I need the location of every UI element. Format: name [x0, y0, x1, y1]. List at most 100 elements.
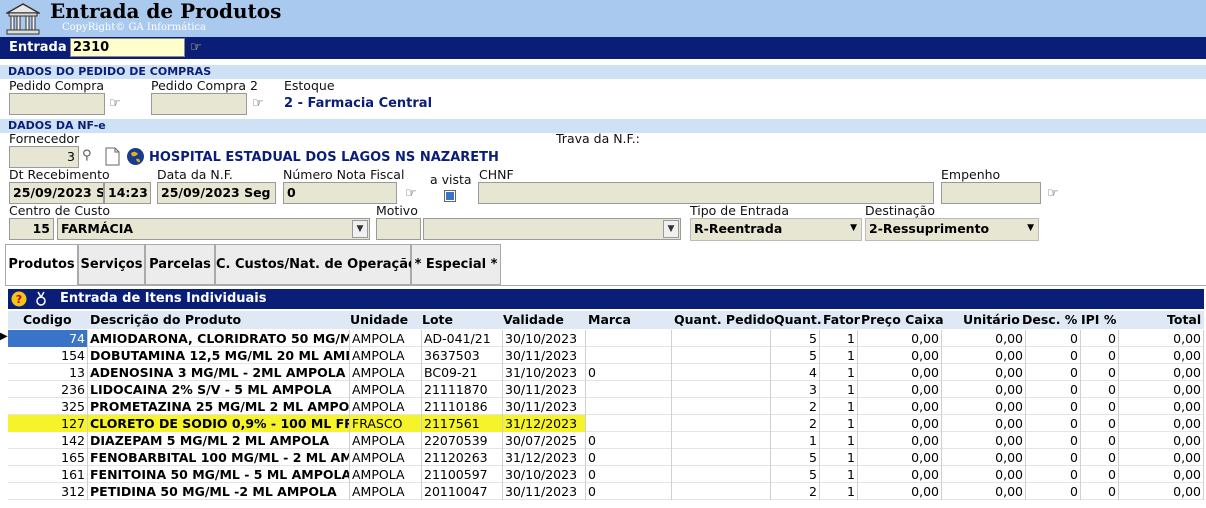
table-row[interactable]: 127CLORETO DE SODIO 0,9% - 100 ML FRASCO… — [8, 415, 1204, 432]
table-cell[interactable]: 0 — [1081, 347, 1119, 364]
table-cell[interactable]: 0 — [1026, 415, 1081, 432]
table-row[interactable]: 165FENOBARBITAL 100 MG/ML - 2 ML AMPOLAA… — [8, 449, 1204, 466]
centro-custo-select[interactable]: FARMÁCIA ▼ — [57, 218, 370, 240]
pointing-hand-icon[interactable]: ☞ — [190, 40, 202, 55]
column-header[interactable]: Quant. Pedido — [674, 311, 774, 329]
table-row[interactable]: 154DOBUTAMINA 12,5 MG/ML 20 ML AMPOLAAMP… — [8, 347, 1204, 364]
table-cell[interactable]: 0,00 — [1119, 415, 1204, 432]
table-cell[interactable]: 0,00 — [858, 364, 942, 381]
pointing-hand-icon[interactable]: ☞ — [1047, 186, 1059, 201]
table-cell[interactable] — [586, 381, 672, 398]
table-cell[interactable]: 0,00 — [942, 347, 1026, 364]
table-cell[interactable]: 0 — [1081, 330, 1119, 347]
table-cell[interactable] — [586, 415, 672, 432]
document-icon[interactable] — [104, 147, 120, 166]
table-cell[interactable]: PETIDINA 50 MG/ML -2 ML AMPOLA — [88, 483, 350, 500]
table-cell[interactable]: 30/10/2023 — [503, 466, 586, 483]
help-icon[interactable]: ? — [11, 291, 27, 307]
table-cell[interactable] — [672, 330, 771, 347]
table-cell[interactable] — [672, 415, 771, 432]
table-cell[interactable]: 2117561 — [422, 415, 503, 432]
chevron-down-icon[interactable]: ▼ — [1027, 223, 1034, 233]
dt-recebimento-date-input[interactable]: 25/09/2023 Seg — [9, 182, 104, 204]
table-cell[interactable]: 312 — [8, 483, 88, 500]
table-cell[interactable]: 4 — [771, 364, 820, 381]
table-cell[interactable]: AMPOLA — [350, 483, 422, 500]
table-cell[interactable]: 1 — [820, 415, 858, 432]
table-cell[interactable]: 5 — [771, 449, 820, 466]
chevron-down-icon[interactable]: ▼ — [663, 220, 679, 238]
table-cell[interactable]: 0 — [586, 483, 672, 500]
table-cell[interactable]: 31/10/2023 — [503, 364, 586, 381]
pedido-compra-input[interactable] — [9, 93, 105, 115]
table-cell[interactable]: 31/12/2023 — [503, 415, 586, 432]
table-cell[interactable]: AMIODARONA, CLORIDRATO 50 MG/ML 3 ML A — [88, 330, 350, 347]
table-cell[interactable] — [672, 432, 771, 449]
table-row[interactable]: 13 ADENOSINA 3 MG/ML - 2ML AMPOLA AMPOLA BC… — [8, 364, 1204, 381]
column-header[interactable]: Codigo — [23, 311, 72, 329]
table-cell[interactable]: 30/11/2023 — [503, 398, 586, 415]
table-cell[interactable]: 1 — [820, 432, 858, 449]
table-cell[interactable] — [672, 466, 771, 483]
table-cell[interactable]: AMPOLA — [350, 449, 422, 466]
table-cell[interactable]: CLORETO DE SODIO 0,9% - 100 ML FRASCO — [88, 415, 350, 432]
table-cell[interactable]: 0,00 — [942, 415, 1026, 432]
table-cell[interactable]: AD-041/21 — [422, 330, 503, 347]
table-cell[interactable]: PROMETAZINA 25 MG/ML 2 ML AMPOLA — [88, 398, 350, 415]
table-cell[interactable]: 0 — [1026, 347, 1081, 364]
table-cell[interactable]: 3637503 — [422, 347, 503, 364]
column-header[interactable]: Validade — [503, 311, 564, 329]
column-header[interactable]: Quant. — [774, 311, 822, 329]
table-cell[interactable]: AMPOLA — [350, 432, 422, 449]
table-cell[interactable]: 0 — [1081, 432, 1119, 449]
pointing-hand-icon[interactable]: ☞ — [405, 186, 417, 201]
table-cell[interactable]: 127 — [8, 415, 88, 432]
table-cell[interactable]: 0,00 — [942, 432, 1026, 449]
tab-servicos[interactable]: Serviços — [78, 244, 145, 285]
dt-recebimento-time-input[interactable]: 14:23 — [104, 182, 151, 204]
table-cell[interactable]: 0,00 — [858, 381, 942, 398]
column-header[interactable]: Fator — [823, 311, 860, 329]
column-header[interactable]: Preço Caixa — [861, 311, 944, 329]
table-cell[interactable]: 30/11/2023 — [503, 483, 586, 500]
table-cell[interactable]: DOBUTAMINA 12,5 MG/ML 20 ML AMPOLA — [88, 347, 350, 364]
entry-number-input[interactable]: 2310 — [70, 38, 185, 57]
table-cell[interactable]: 165 — [8, 449, 88, 466]
table-cell[interactable]: AMPOLA — [350, 398, 422, 415]
table-cell[interactable]: 0 — [1026, 364, 1081, 381]
table-cell[interactable]: 0,00 — [1119, 398, 1204, 415]
table-cell[interactable]: AMPOLA — [350, 347, 422, 364]
table-cell[interactable]: 0 — [1026, 449, 1081, 466]
avista-checkbox[interactable] — [444, 190, 456, 202]
table-cell[interactable]: 0,00 — [858, 330, 942, 347]
table-cell[interactable]: 30/10/2023 — [503, 330, 586, 347]
table-cell[interactable]: FENOBARBITAL 100 MG/ML - 2 ML AMPOLA — [88, 449, 350, 466]
pointing-hand-icon[interactable]: ☞ — [252, 96, 264, 111]
tab-parcelas[interactable]: Parcelas — [145, 244, 215, 285]
table-cell[interactable]: AMPOLA — [350, 330, 422, 347]
table-cell[interactable]: 236 — [8, 381, 88, 398]
table-cell[interactable] — [672, 347, 771, 364]
table-cell[interactable]: AMPOLA — [350, 466, 422, 483]
table-cell[interactable]: 5 — [771, 330, 820, 347]
table-cell[interactable]: 1 — [820, 347, 858, 364]
table-cell[interactable]: 0,00 — [942, 483, 1026, 500]
table-cell[interactable]: ADENOSINA 3 MG/ML - 2ML AMPOLA — [88, 364, 350, 381]
empenho-input[interactable] — [941, 182, 1041, 204]
centro-custo-code-input[interactable]: 15 — [9, 218, 54, 240]
table-cell[interactable]: 142 — [8, 432, 88, 449]
table-cell[interactable]: 0,00 — [858, 398, 942, 415]
motivo-select[interactable]: ▼ — [423, 218, 681, 240]
table-cell[interactable]: 0 — [586, 364, 672, 381]
table-cell[interactable]: 0,00 — [942, 449, 1026, 466]
table-cell[interactable] — [586, 398, 672, 415]
table-cell[interactable]: 21110186 — [422, 398, 503, 415]
table-cell[interactable] — [672, 381, 771, 398]
table-cell[interactable]: 0,00 — [1119, 483, 1204, 500]
table-cell[interactable]: 0 — [586, 449, 672, 466]
table-cell[interactable]: DIAZEPAM 5 MG/ML 2 ML AMPOLA — [88, 432, 350, 449]
table-cell[interactable]: 325 — [8, 398, 88, 415]
data-nf-input[interactable]: 25/09/2023 Seg — [157, 182, 276, 204]
table-cell[interactable]: 0,00 — [942, 398, 1026, 415]
table-cell[interactable]: 21100597 — [422, 466, 503, 483]
